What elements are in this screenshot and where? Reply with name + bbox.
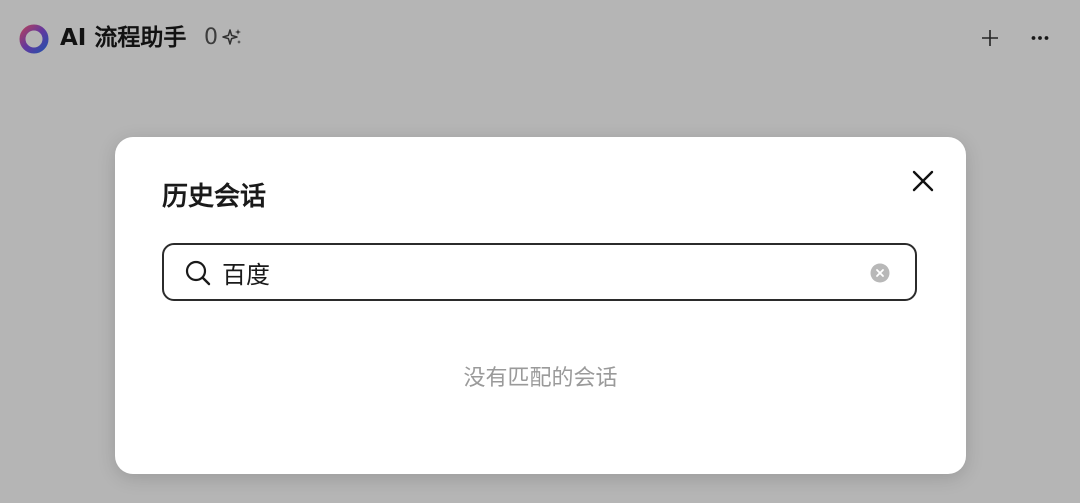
dialog-title: 历史会话 [162,182,267,212]
search-icon [185,260,211,286]
search-input[interactable] [222,254,842,290]
empty-state-text: 没有匹配的会话 [463,366,618,391]
close-icon [912,170,934,192]
close-button[interactable] [907,165,939,197]
clear-circle-icon[interactable] [870,263,890,283]
search-field[interactable] [162,243,917,301]
app-window: AI 流程助手 0 历史会话 百度 没有匹配的会话 [0,0,1080,503]
history-dialog: 历史会话 没有匹配的会话 [115,137,966,474]
